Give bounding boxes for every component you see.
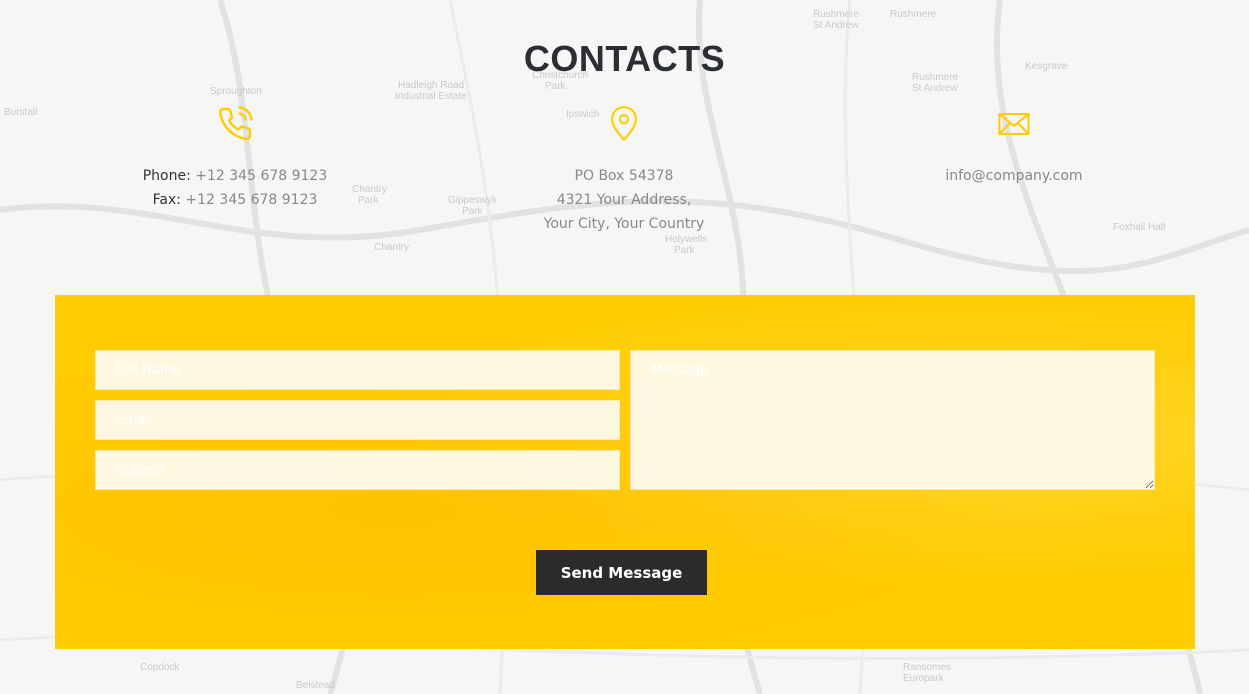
- svg-text:Park: Park: [674, 245, 696, 256]
- svg-text:Sproughton: Sproughton: [210, 86, 262, 97]
- map-pin-icon: [474, 100, 774, 148]
- svg-text:Chantry: Chantry: [374, 242, 409, 253]
- message-textarea[interactable]: [630, 350, 1155, 490]
- envelope-icon: [864, 100, 1164, 148]
- svg-text:Ransomes: Ransomes: [903, 662, 951, 673]
- fax-number: +12 345 678 9123: [185, 192, 318, 208]
- svg-text:Industrial Estate: Industrial Estate: [395, 91, 467, 102]
- email-link[interactable]: info@company.com: [864, 164, 1164, 188]
- svg-text:Copdock: Copdock: [140, 662, 180, 673]
- svg-text:Europark: Europark: [903, 673, 945, 684]
- page-title: CONTACTS: [523, 38, 726, 80]
- full-name-input[interactable]: [95, 350, 620, 390]
- svg-text:St Andrew: St Andrew: [813, 20, 859, 31]
- phone-icon: [85, 100, 385, 148]
- contact-phone: Phone: +12 345 678 9123 Fax: +12 345 678…: [85, 100, 385, 212]
- address-line-1: PO Box 54378: [574, 168, 674, 184]
- contact-email: info@company.com: [864, 100, 1164, 188]
- send-message-button[interactable]: Send Message: [536, 550, 707, 595]
- svg-text:Foxhall Hall: Foxhall Hall: [1113, 222, 1165, 233]
- phone-line: Phone: +12 345 678 9123: [142, 168, 328, 184]
- svg-text:Burstall: Burstall: [4, 107, 37, 118]
- phone-number[interactable]: +12 345 678 9123: [195, 168, 327, 184]
- svg-text:Belstead: Belstead: [296, 680, 335, 691]
- contact-address: PO Box 54378 4321 Your Address, Your Cit…: [474, 100, 774, 236]
- email-input[interactable]: [95, 400, 620, 440]
- address-line-2: 4321 Your Address,: [556, 192, 692, 208]
- svg-text:Rushmere: Rushmere: [813, 9, 860, 20]
- svg-text:Rushmere: Rushmere: [890, 9, 937, 20]
- fax-line: Fax: +12 345 678 9123: [152, 192, 318, 208]
- address-line-3: Your City, Your Country: [543, 216, 705, 232]
- svg-text:Park: Park: [545, 81, 567, 92]
- svg-text:Hadleigh Road: Hadleigh Road: [398, 80, 464, 91]
- svg-text:St Andrew: St Andrew: [912, 83, 958, 94]
- contact-form: Send Message: [55, 295, 1195, 649]
- subject-input[interactable]: [95, 450, 620, 490]
